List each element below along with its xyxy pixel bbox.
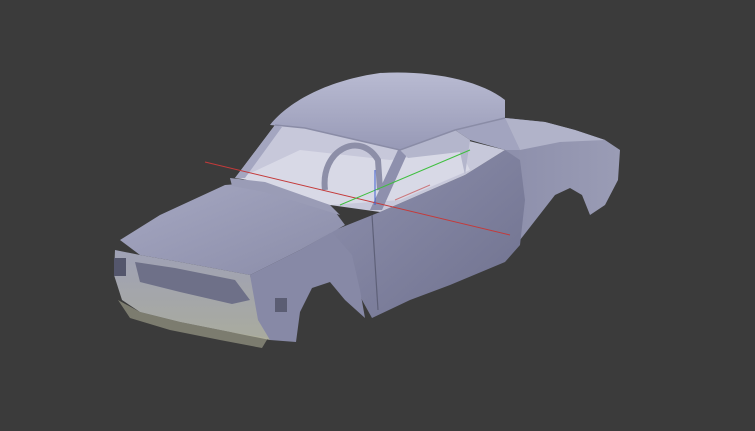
headlight-left — [114, 258, 126, 276]
headlight-right — [275, 298, 287, 312]
3d-viewport[interactable] — [0, 0, 755, 431]
viewport-scene[interactable] — [0, 0, 755, 431]
